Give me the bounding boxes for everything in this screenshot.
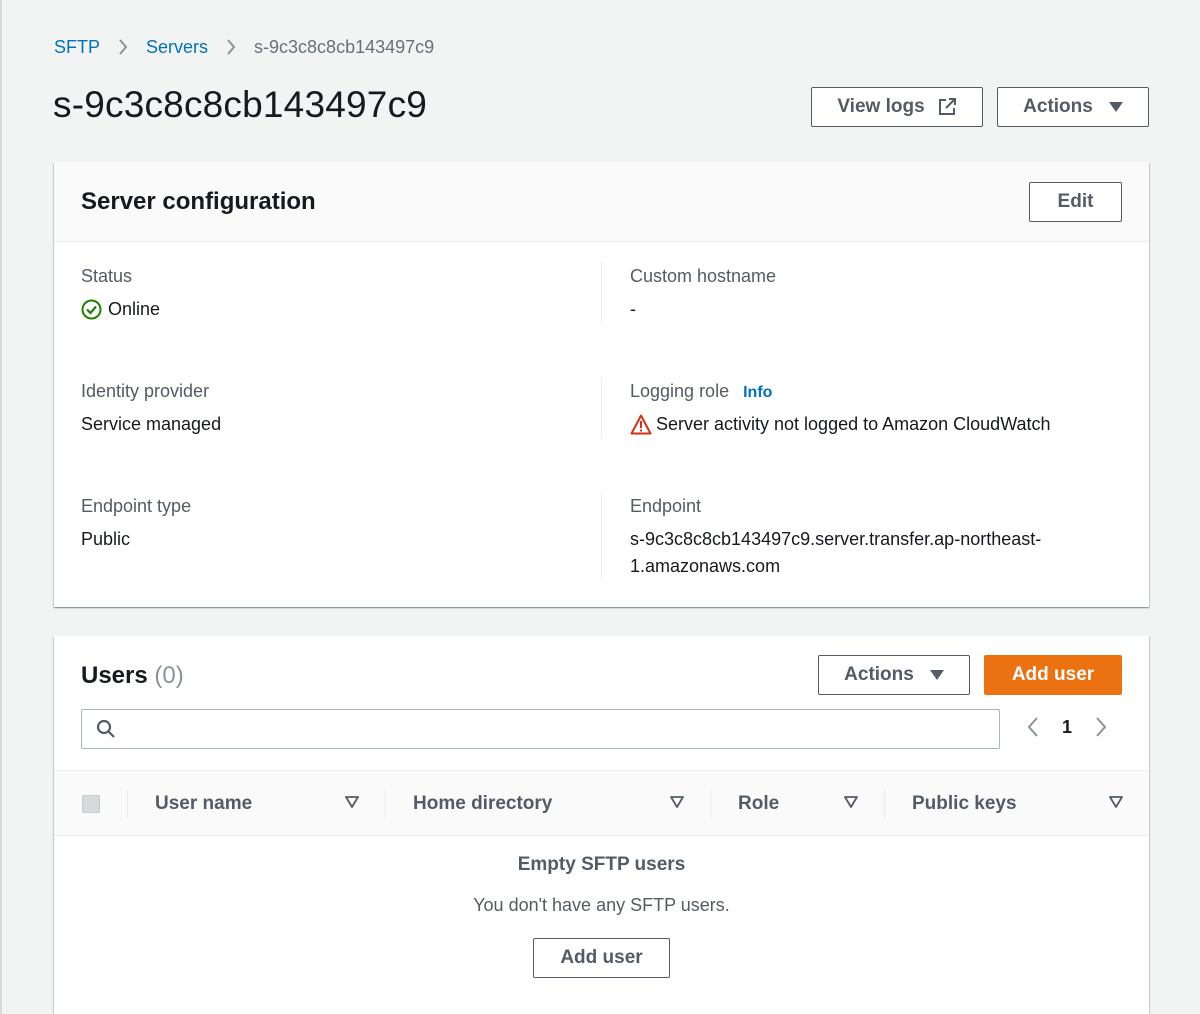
identity-provider-label: Identity provider <box>81 381 210 401</box>
pagination: 1 <box>1026 716 1108 738</box>
view-logs-label: View logs <box>837 96 925 117</box>
custom-hostname-label: Custom hostname <box>630 266 777 286</box>
page-number[interactable]: 1 <box>1062 717 1072 738</box>
endpoint-value-line2: 1.amazonaws.com <box>630 556 781 576</box>
external-link-icon <box>937 97 957 117</box>
edit-button[interactable]: Edit <box>1029 182 1122 222</box>
breadcrumb-servers-link[interactable]: Servers <box>146 37 208 58</box>
warning-icon <box>630 414 652 435</box>
add-user-button[interactable]: Add user <box>984 655 1122 695</box>
column-divider <box>601 262 602 324</box>
logging-role-info-link[interactable]: Info <box>743 384 772 402</box>
endpoint-type-label: Endpoint type <box>81 496 192 516</box>
sort-icon[interactable] <box>1109 795 1123 814</box>
users-title: Users (0) <box>81 662 184 690</box>
endpoint-value-line1: s-9c3c8c8cb143497c9.server.transfer.ap-n… <box>630 529 1042 549</box>
sort-icon[interactable] <box>844 795 858 814</box>
page-title: s-9c3c8c8cb143497c9 <box>53 84 428 125</box>
chevron-left-icon[interactable] <box>1026 716 1040 738</box>
breadcrumb: SFTP Servers s-9c3c8c8cb143497c9 <box>54 35 434 59</box>
empty-add-user-button[interactable]: Add user <box>533 938 670 978</box>
caret-down-icon <box>929 669 944 681</box>
endpoint-label: Endpoint <box>630 496 702 516</box>
users-actions-button[interactable]: Actions <box>818 655 970 695</box>
column-home-directory[interactable]: Home directory <box>413 771 552 837</box>
search-icon <box>96 719 116 739</box>
chevron-right-icon <box>226 39 236 55</box>
sort-icon[interactable] <box>345 795 359 814</box>
column-user-name[interactable]: User name <box>155 771 252 837</box>
server-configuration-header: Server configuration Edit <box>54 162 1149 242</box>
actions-label: Actions <box>1023 96 1093 117</box>
users-panel: Users (0) Actions Add user 1 User name H… <box>54 636 1149 1014</box>
identity-provider-value: Service managed <box>81 414 222 434</box>
breadcrumb-sftp-link[interactable]: SFTP <box>54 37 100 58</box>
column-role[interactable]: Role <box>738 771 779 837</box>
users-table-header: User name Home directory Role Public key… <box>54 770 1149 836</box>
actions-button[interactable]: Actions <box>997 87 1149 127</box>
column-separator <box>385 789 386 819</box>
column-separator <box>884 789 885 819</box>
select-all-checkbox[interactable] <box>82 795 100 813</box>
empty-state-text: You don't have any SFTP users. <box>473 895 730 915</box>
logging-role-label-row: Logging role Info <box>630 381 772 402</box>
sort-icon[interactable] <box>670 795 684 814</box>
status-check-icon <box>81 299 102 320</box>
caret-down-icon <box>1108 101 1123 113</box>
empty-state-title: Empty SFTP users <box>517 854 686 875</box>
column-separator <box>710 789 711 819</box>
column-public-keys[interactable]: Public keys <box>912 771 1017 837</box>
search-field[interactable] <box>81 709 1000 749</box>
status-text: Online <box>108 299 161 319</box>
column-divider <box>601 492 602 580</box>
server-configuration-panel: Server configuration Edit Status Online … <box>54 162 1149 607</box>
breadcrumb-current: s-9c3c8c8cb143497c9 <box>254 36 435 57</box>
endpoint-type-value: Public <box>81 529 131 549</box>
chevron-right-icon[interactable] <box>1094 716 1108 738</box>
column-separator <box>127 789 128 819</box>
window-edge <box>0 0 2 1014</box>
server-configuration-title: Server configuration <box>81 188 316 215</box>
logging-role-text: Server activity not logged to Amazon Clo… <box>656 414 1051 434</box>
view-logs-button[interactable]: View logs <box>811 87 983 127</box>
custom-hostname-value: - <box>630 299 636 319</box>
status-value: Online <box>81 299 160 320</box>
logging-role-value: Server activity not logged to Amazon Clo… <box>630 414 1051 435</box>
users-count: (0) <box>154 662 184 689</box>
status-label: Status <box>81 266 133 286</box>
users-title-text: Users <box>81 662 148 689</box>
search-input[interactable] <box>126 711 999 747</box>
logging-role-label: Logging role <box>630 381 730 401</box>
column-divider <box>601 377 602 439</box>
chevron-right-icon <box>118 39 128 55</box>
users-actions-label: Actions <box>844 664 914 685</box>
